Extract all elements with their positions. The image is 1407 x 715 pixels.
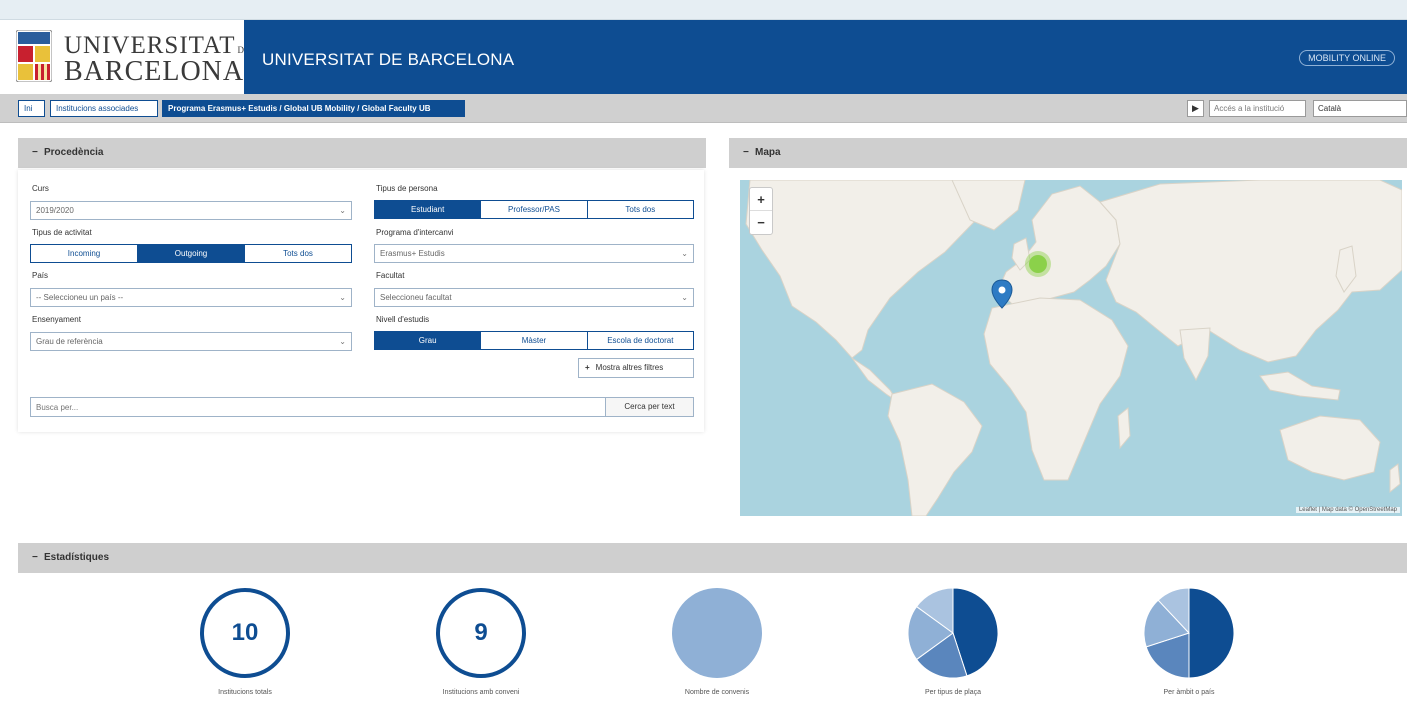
stats-panel-title: Estadístiques: [44, 552, 110, 563]
stat-label: Institucions totals: [218, 689, 272, 696]
plus-icon: +: [585, 363, 590, 372]
programa-label: Programa d'intercanvi: [376, 228, 454, 237]
map-panel-header[interactable]: − Mapa: [729, 138, 1407, 168]
pie-chart-by-seat-type: [908, 588, 998, 678]
zoom-out-button[interactable]: −: [750, 211, 772, 234]
pie-slice[interactable]: [672, 588, 762, 678]
toggle-option[interactable]: Escola de doctorat: [587, 332, 693, 349]
toggle-option[interactable]: Tots dos: [245, 245, 351, 262]
toggle-option[interactable]: Estudiant: [375, 201, 482, 218]
search-bar: Cerca per text: [30, 397, 694, 417]
toggle-option[interactable]: Professor/PAS: [481, 201, 588, 218]
search-button[interactable]: Cerca per text: [605, 398, 693, 416]
site-header: UNIVERSITATDE BARCELONA UNIVERSITAT DE B…: [0, 20, 1407, 94]
stat-label: Nombre de convenis: [684, 689, 750, 696]
nivell-label: Nivell d'estudis: [376, 315, 430, 324]
stat-label: Institucions amb conveni: [442, 689, 520, 696]
stat-label: Per àmbit o país: [1163, 689, 1215, 696]
breadcrumb-home[interactable]: Ini: [18, 100, 45, 117]
tipus-activitat-label: Tipus de activitat: [32, 228, 92, 237]
chevron-down-icon: ⌄: [339, 293, 346, 302]
curs-select[interactable]: 2019/2020 ⌄: [30, 201, 352, 220]
world-map[interactable]: [740, 180, 1402, 516]
pais-label: País: [32, 271, 49, 280]
breadcrumb-institutions[interactable]: Institucions associades: [50, 100, 158, 117]
pie-slice[interactable]: [1188, 588, 1234, 678]
toggle-option[interactable]: Outgoing: [138, 245, 245, 262]
breadcrumb: Ini Institucions associades Programa Era…: [0, 94, 1407, 123]
brand-badge[interactable]: MOBILITY ONLINE: [1299, 50, 1395, 66]
toggle-option[interactable]: Tots dos: [587, 201, 693, 218]
header-banner: UNIVERSITAT DE BARCELONA MOBILITY ONLINE: [244, 20, 1407, 94]
location-pin-icon[interactable]: [991, 279, 1013, 309]
breadcrumb-current-program[interactable]: Programa Erasmus+ Estudis / Global UB Mo…: [162, 100, 465, 117]
stats-panel-header[interactable]: − Estadístiques: [18, 543, 1407, 573]
toggle-option[interactable]: Grau: [375, 332, 482, 349]
pie-chart-agreements: [672, 588, 762, 678]
ensenyament-label: Ensenyament: [32, 315, 81, 324]
cluster-marker-core[interactable]: [1029, 255, 1047, 273]
institution-access-link[interactable]: Accés a la institució: [1209, 100, 1306, 117]
world-map-graphic: [745, 180, 1402, 516]
filters-panel-title: Procedència: [44, 147, 104, 158]
tipus-activitat-toggle: Incoming Outgoing Tots dos: [30, 244, 352, 263]
map-attribution[interactable]: Leaflet | Map data © OpenStreetMap: [1295, 507, 1400, 513]
collapse-icon[interactable]: −: [32, 543, 44, 573]
stat-value: 10: [200, 588, 290, 678]
facultat-select[interactable]: Seleccioneu facultat ⌄: [374, 288, 694, 307]
language-select[interactable]: Català: [1313, 100, 1407, 117]
tipus-persona-toggle: Estudiant Professor/PAS Tots dos: [374, 200, 694, 219]
university-logo[interactable]: UNIVERSITATDE BARCELONA: [0, 20, 251, 94]
chevron-down-icon: ⌄: [681, 249, 688, 258]
facultat-label: Facultat: [376, 271, 405, 280]
browser-toolbar-strip: [0, 0, 1407, 20]
chevron-down-icon: ⌄: [339, 206, 346, 215]
stat-total-institutions: 10: [200, 588, 290, 678]
zoom-in-button[interactable]: +: [750, 188, 772, 211]
more-filters-button[interactable]: + Mostra altres filtres: [578, 358, 694, 378]
login-icon[interactable]: ▶: [1187, 100, 1204, 117]
stat-label: Per tipus de plaça: [924, 689, 982, 696]
search-input[interactable]: [31, 398, 605, 416]
page-title: UNIVERSITAT DE BARCELONA: [262, 50, 515, 69]
chevron-down-icon: ⌄: [681, 293, 688, 302]
logo-line2: BARCELONA: [64, 56, 245, 87]
toggle-option[interactable]: Incoming: [31, 245, 138, 262]
stat-value: 9: [436, 588, 526, 678]
curs-label: Curs: [32, 184, 49, 193]
map-zoom-control: + −: [749, 187, 773, 235]
toggle-option[interactable]: Màster: [481, 332, 588, 349]
pais-select[interactable]: -- Seleccioneu un país -- ⌄: [30, 288, 352, 307]
ensenyament-select[interactable]: Grau de referència ⌄: [30, 332, 352, 351]
stat-institutions-with-agreement: 9: [436, 588, 526, 678]
map-panel-title: Mapa: [755, 147, 781, 158]
collapse-icon[interactable]: −: [32, 138, 44, 168]
programa-select[interactable]: Erasmus+ Estudis ⌄: [374, 244, 694, 263]
filters-panel-header[interactable]: − Procedència: [18, 138, 706, 168]
nivell-toggle: Grau Màster Escola de doctorat: [374, 331, 694, 350]
tipus-persona-label: Tipus de persona: [376, 184, 438, 193]
university-crest-icon: [16, 30, 52, 82]
pie-chart-by-country: [1144, 588, 1234, 678]
chevron-down-icon: ⌄: [339, 337, 346, 346]
collapse-icon[interactable]: −: [743, 138, 755, 168]
